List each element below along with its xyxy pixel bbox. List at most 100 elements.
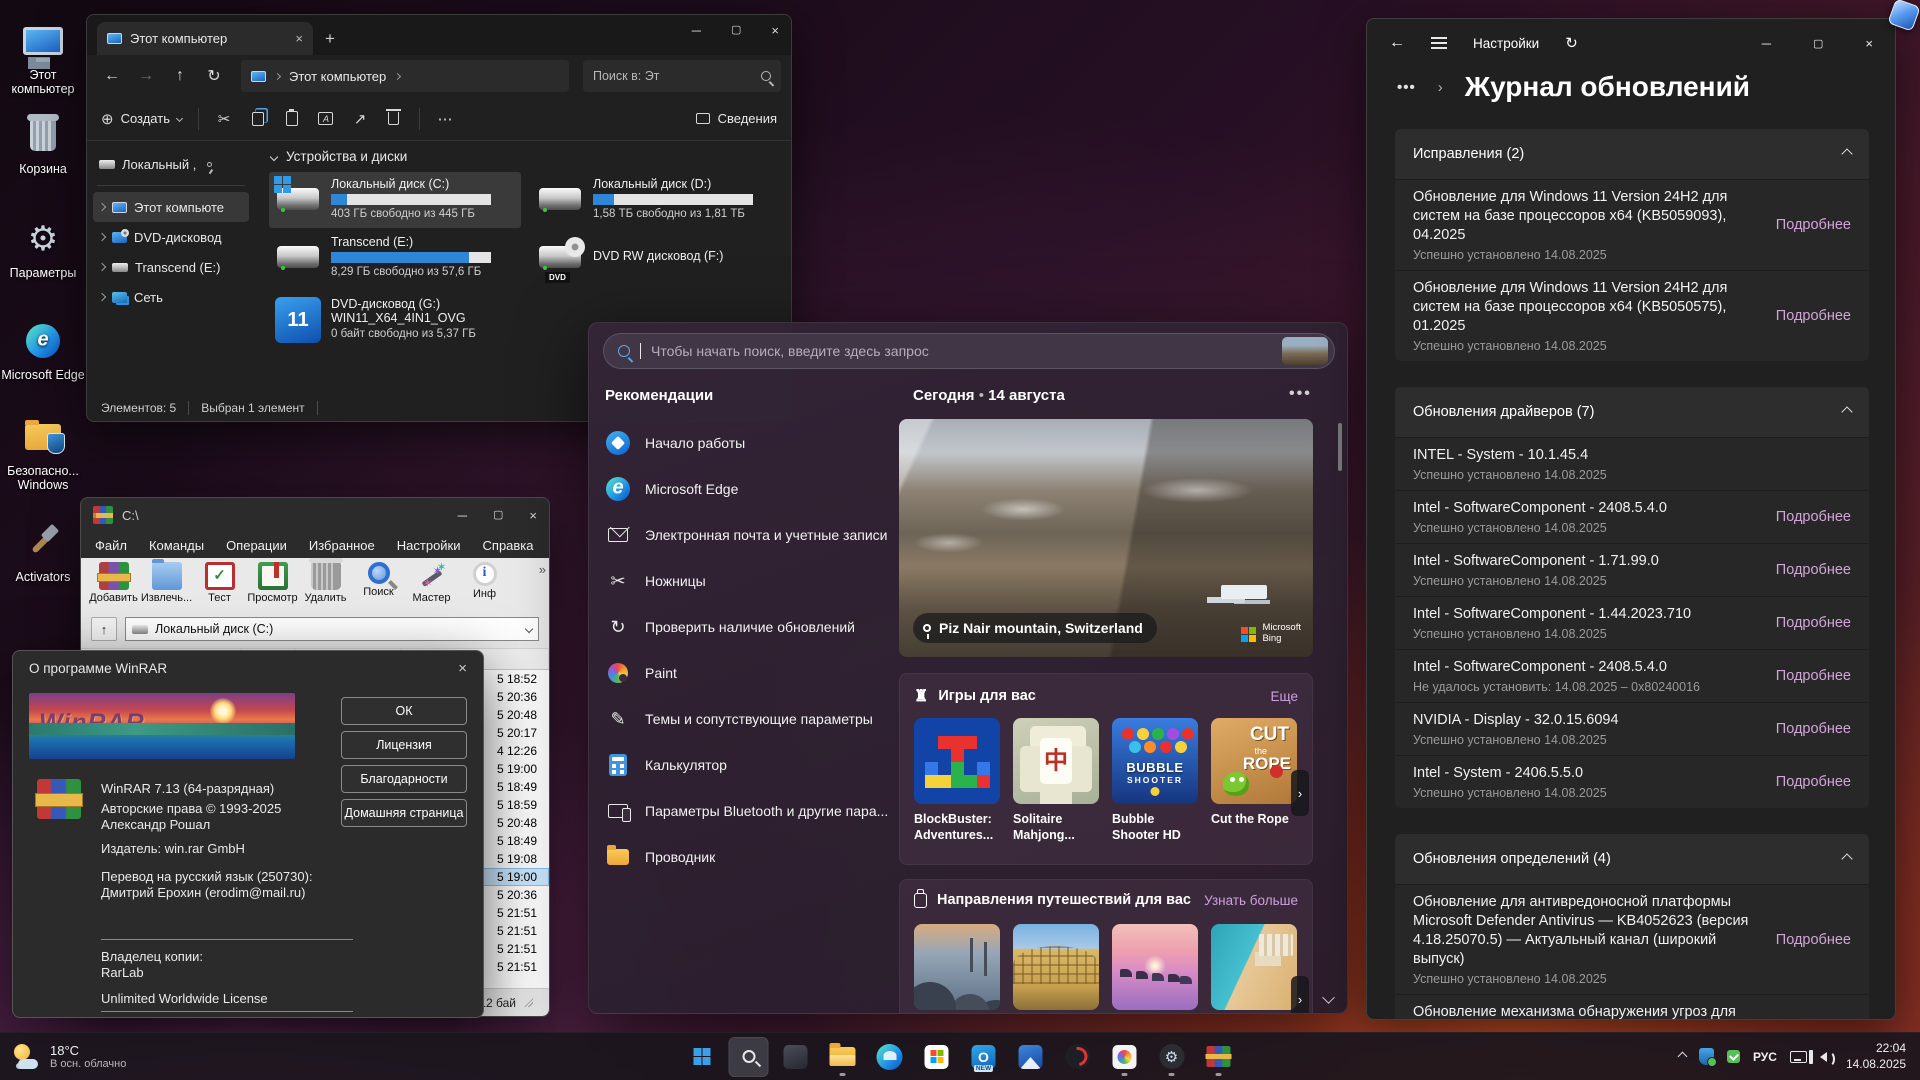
- maximize-button[interactable]: ▢: [1813, 37, 1823, 50]
- menu-commands[interactable]: Команды: [149, 538, 204, 553]
- sidebar-item-transcend[interactable]: Transcend (E:): [93, 252, 249, 282]
- game-tile-blockbuster[interactable]: BlockBuster: Adventures...: [914, 718, 1000, 844]
- store-button[interactable]: [917, 1037, 957, 1077]
- update-item[interactable]: Обновление для антивредоносной платформы…: [1395, 884, 1869, 994]
- menu-file[interactable]: Файл: [95, 538, 127, 553]
- volume-icon[interactable]: [1820, 1052, 1827, 1062]
- details-toggle[interactable]: Сведения: [696, 111, 777, 126]
- group-header[interactable]: Обновления определений (4): [1395, 834, 1869, 884]
- paste-icon[interactable]: [283, 110, 301, 128]
- copy-icon[interactable]: [249, 110, 267, 128]
- wizard-button[interactable]: Мастер: [405, 562, 458, 604]
- update-item[interactable]: Intel - SoftwareComponent - 1.44.2023.71…: [1395, 596, 1869, 649]
- travel-tile-seville[interactable]: Севилья: [1013, 924, 1099, 1014]
- up-one-level-button[interactable]: ↑: [91, 617, 117, 641]
- breadcrumb-item[interactable]: Этот компьютер: [289, 69, 386, 84]
- info-button[interactable]: Инф: [458, 562, 511, 600]
- app-item-snipping-tool[interactable]: ✂Ножницы: [605, 561, 887, 601]
- settings-button[interactable]: ⚙: [1152, 1037, 1192, 1077]
- extract-button[interactable]: Извлечь...: [140, 562, 193, 604]
- desktop-icon-edge[interactable]: Microsoft Edge: [0, 318, 86, 382]
- menu-help[interactable]: Справка: [483, 538, 534, 553]
- group-header[interactable]: Обновления драйверов (7): [1395, 387, 1869, 437]
- update-item[interactable]: Обновление для Windows 11 Version 24H2 д…: [1395, 270, 1869, 361]
- details-link[interactable]: Подробнее: [1776, 509, 1851, 525]
- travel-more-link[interactable]: Узнать больше: [1204, 893, 1298, 908]
- travel-tile-maldives[interactable]: Мальдивы: [1112, 924, 1198, 1014]
- update-item[interactable]: Обновление для Windows 11 Version 24H2 д…: [1395, 179, 1869, 270]
- outlook-button[interactable]: ONEW: [964, 1037, 1004, 1077]
- desktop-icon-activators[interactable]: Activators: [0, 520, 86, 584]
- resize-grip[interactable]: [524, 998, 533, 1007]
- close-button[interactable]: ×: [529, 508, 537, 523]
- bing-daily-thumbnail[interactable]: [1282, 337, 1328, 365]
- maximize-button[interactable]: ▢: [731, 23, 741, 38]
- up-button[interactable]: ↑: [165, 67, 195, 85]
- app-item-themes[interactable]: ✎Темы и сопутствующие параметры: [605, 699, 887, 739]
- drive-c-tile[interactable]: Локальный диск (C:) 403 ГБ свободно из 4…: [269, 172, 521, 228]
- clock[interactable]: 22:04 14.08.2025: [1846, 1041, 1906, 1072]
- update-item[interactable]: Intel - SoftwareComponent - 1.71.99.0Усп…: [1395, 543, 1869, 596]
- breadcrumb-more-icon[interactable]: •••: [1397, 79, 1416, 96]
- game-tile-mahjong[interactable]: Solitaire Mahjong...: [1013, 718, 1099, 844]
- maximize-button[interactable]: ▢: [493, 508, 503, 523]
- update-item-failed[interactable]: Intel - SoftwareComponent - 2408.5.4.0Не…: [1395, 649, 1869, 702]
- share-icon[interactable]: ↗: [351, 110, 369, 128]
- drive-e-tile[interactable]: Transcend (E:) 8,29 ГБ свободно из 57,6 …: [269, 230, 521, 286]
- details-link[interactable]: Подробнее: [1776, 932, 1851, 948]
- drive-f-tile[interactable]: DVD DVD RW дисковод (F:): [531, 230, 783, 286]
- game-tile-bubble-shooter[interactable]: BUBBLESHOOTERBubble Shooter HD: [1112, 718, 1198, 844]
- close-button[interactable]: ×: [771, 23, 779, 38]
- details-link[interactable]: Подробнее: [1776, 217, 1851, 233]
- menu-icon[interactable]: [1431, 37, 1447, 49]
- start-button[interactable]: [682, 1037, 722, 1077]
- add-button[interactable]: Добавить: [87, 562, 140, 604]
- drive-g-tile[interactable]: 11 DVD-дисковод (G:) WIN11_X64_4IN1_OVG …: [269, 292, 521, 348]
- bing-photo-card[interactable]: Piz Nair mountain, Switzerland Microsoft…: [899, 419, 1313, 657]
- forward-button[interactable]: →: [131, 67, 161, 85]
- rename-icon[interactable]: A: [317, 110, 335, 128]
- menu-favorites[interactable]: Избранное: [309, 538, 375, 553]
- app-item-paint[interactable]: Paint: [605, 653, 887, 693]
- tray-overflow-icon[interactable]: [1678, 1052, 1688, 1062]
- desktop-icon-settings[interactable]: ⚙ Параметры: [0, 216, 86, 280]
- update-item[interactable]: INTEL - System - 10.1.45.4Успешно устано…: [1395, 437, 1869, 490]
- group-header[interactable]: Исправления (2): [1395, 129, 1869, 179]
- close-button[interactable]: ×: [1865, 36, 1873, 51]
- explorer-tab[interactable]: Этот компьютер ×: [97, 22, 313, 55]
- delete-button[interactable]: Удалить: [299, 562, 352, 604]
- photos-button[interactable]: [1105, 1037, 1145, 1077]
- language-indicator[interactable]: РУС: [1753, 1050, 1777, 1064]
- details-link[interactable]: Подробнее: [1776, 721, 1851, 737]
- new-button[interactable]: ⊕ Создать: [101, 110, 182, 128]
- new-tab-button[interactable]: +: [325, 29, 335, 49]
- details-link[interactable]: Подробнее: [1776, 668, 1851, 684]
- cut-icon[interactable]: ✂: [215, 110, 233, 128]
- edge-button[interactable]: [870, 1037, 910, 1077]
- test-button[interactable]: Тест: [193, 562, 246, 604]
- home-page-button[interactable]: Домашняя страница: [341, 799, 467, 827]
- scroll-down-icon[interactable]: [1324, 989, 1333, 1007]
- games-more-link[interactable]: Еще: [1271, 689, 1298, 704]
- minimize-button[interactable]: ─: [1762, 36, 1771, 51]
- carousel-next-button[interactable]: ›: [1291, 770, 1309, 816]
- refresh-button[interactable]: ↻: [199, 66, 229, 86]
- close-icon[interactable]: ×: [458, 660, 467, 677]
- game-tile-cut-the-rope[interactable]: CUTtheROPECut the Rope: [1211, 718, 1297, 844]
- view-button[interactable]: Просмотр: [246, 562, 299, 604]
- update-item[interactable]: Intel - System - 2406.5.5.0Успешно устан…: [1395, 755, 1869, 808]
- update-item[interactable]: NVIDIA - Display - 32.0.15.6094Успешно у…: [1395, 702, 1869, 755]
- security-shield-icon[interactable]: [1699, 1048, 1714, 1065]
- more-options-icon[interactable]: ⋯: [436, 110, 454, 128]
- ok-button[interactable]: ОК: [341, 697, 467, 725]
- sidebar-item-local-disk[interactable]: Локальный ,: [93, 149, 249, 179]
- search-icon[interactable]: [761, 71, 771, 81]
- travel-tile-fuengirola[interactable]: Фуэнхирола: [1211, 924, 1297, 1014]
- search-button[interactable]: [729, 1037, 769, 1077]
- menu-settings[interactable]: Настройки: [397, 538, 461, 553]
- find-button[interactable]: Поиск: [352, 562, 405, 598]
- sidebar-item-network[interactable]: Сеть: [93, 282, 249, 312]
- details-link[interactable]: Подробнее: [1776, 615, 1851, 631]
- devices-and-drives-header[interactable]: Устройства и диски: [271, 149, 787, 164]
- app-item-mail[interactable]: Электронная почта и учетные записи: [605, 515, 887, 555]
